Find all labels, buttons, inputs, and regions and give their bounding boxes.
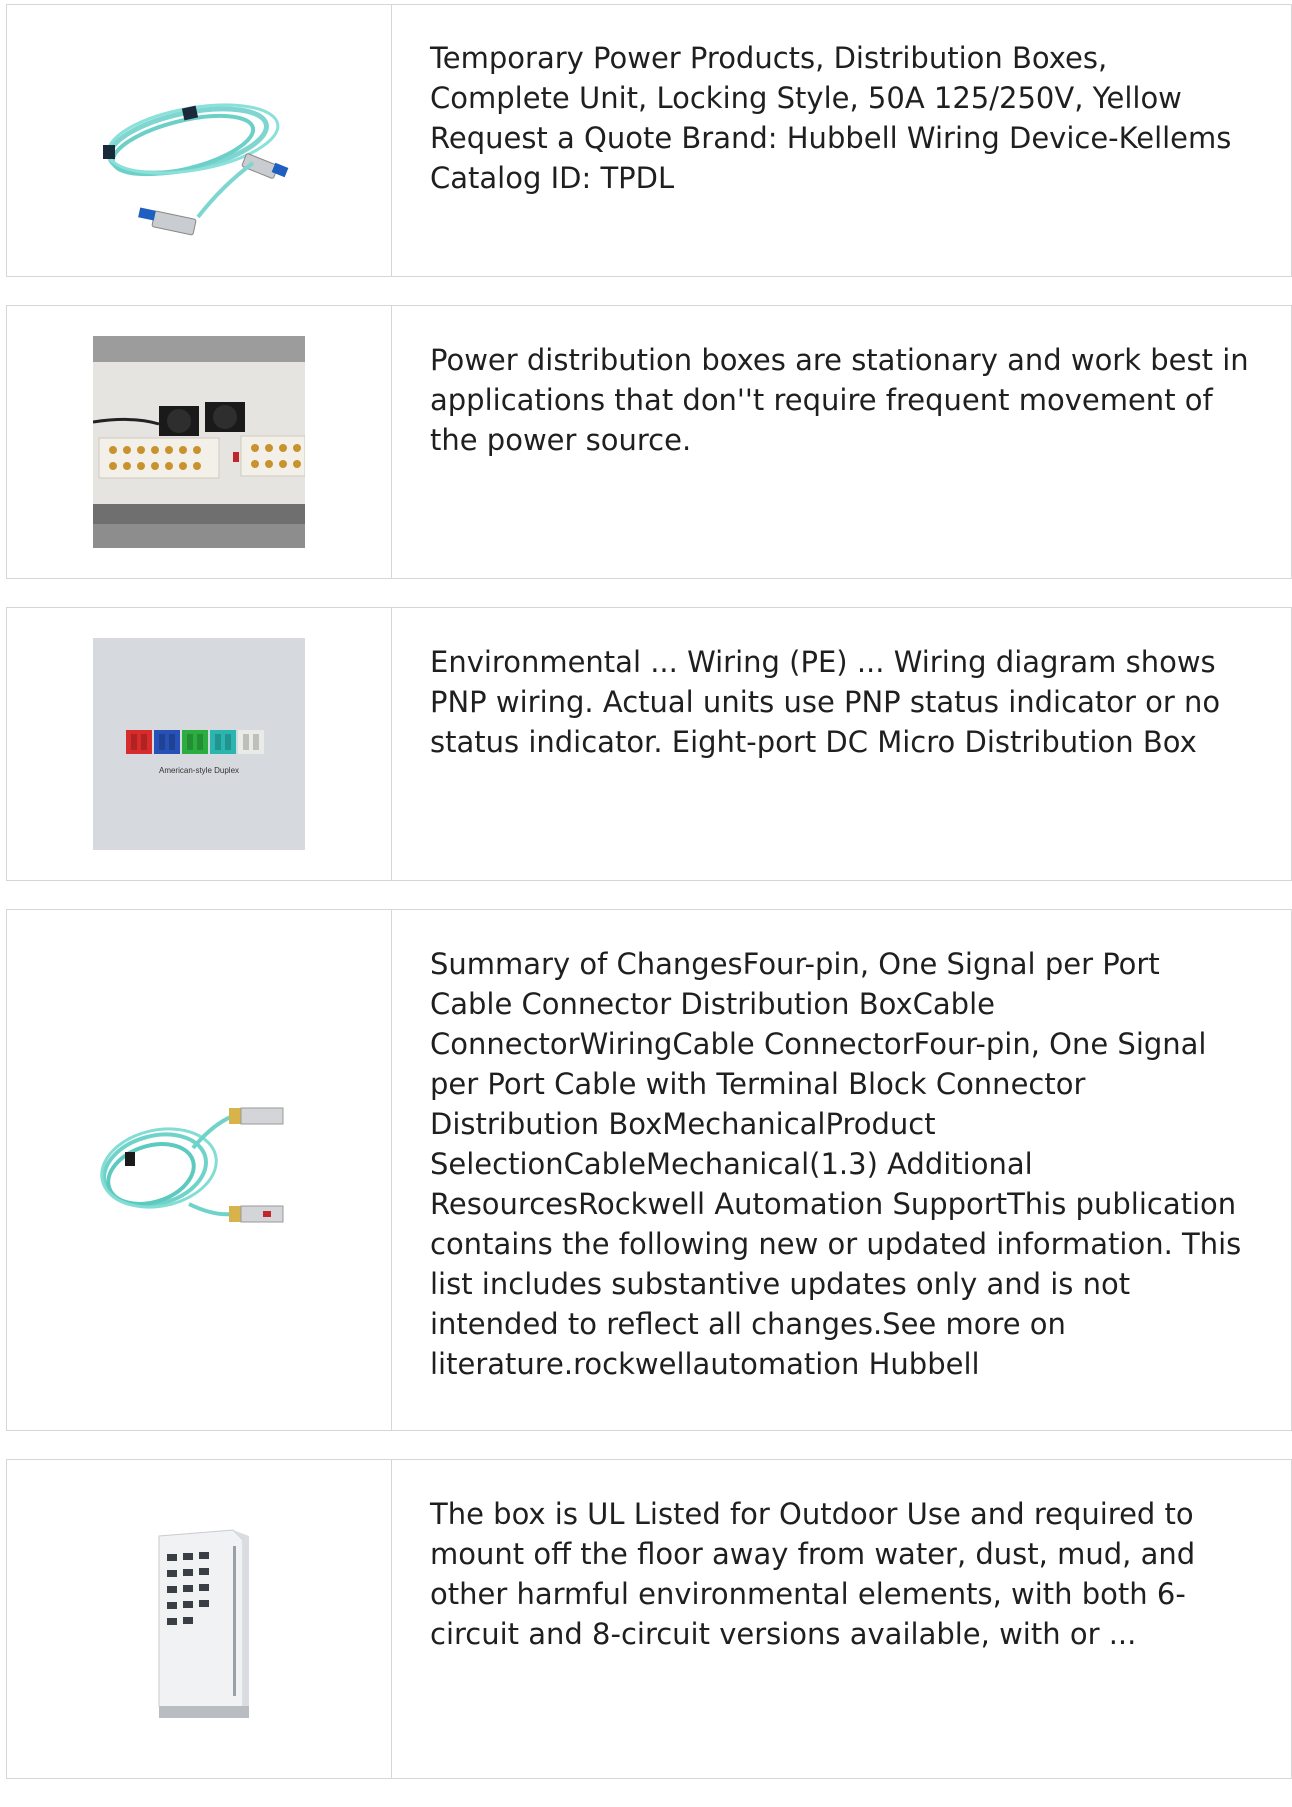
description-cell: Environmental ... Wiring (PE) ... Wiring…: [392, 608, 1291, 880]
aoc-cable-image[interactable]: [93, 1064, 305, 1276]
duplex-adapters-image[interactable]: American-style Duplex: [93, 638, 305, 850]
thumbnail-cell: [7, 5, 392, 276]
list-item: The box is UL Listed for Outdoor Use and…: [6, 1459, 1292, 1779]
fiber-optic-cable-image[interactable]: [93, 34, 305, 247]
image-caption: American-style Duplex: [158, 766, 240, 775]
thumbnail-cell: American-style Duplex: [7, 608, 392, 880]
distribution-box-interior-image[interactable]: [93, 336, 305, 548]
list-item: Summary of ChangesFour-pin, One Signal p…: [6, 909, 1292, 1431]
result-description: Temporary Power Products, Distribution B…: [430, 41, 1232, 195]
result-description: Summary of ChangesFour-pin, One Signal p…: [430, 947, 1242, 1381]
description-cell: Power distribution boxes are stationary …: [392, 306, 1291, 578]
thumbnail-cell: [7, 910, 392, 1430]
result-description: Environmental ... Wiring (PE) ... Wiring…: [430, 645, 1221, 759]
description-cell: Summary of ChangesFour-pin, One Signal p…: [392, 910, 1291, 1430]
description-cell: Temporary Power Products, Distribution B…: [392, 5, 1291, 276]
results-list: Temporary Power Products, Distribution B…: [6, 4, 1292, 1807]
result-description: Power distribution boxes are stationary …: [430, 343, 1249, 457]
list-item: Temporary Power Products, Distribution B…: [6, 4, 1292, 277]
list-item: Power distribution boxes are stationary …: [6, 305, 1292, 579]
outdoor-cabinet-image[interactable]: [93, 1506, 305, 1718]
description-cell: The box is UL Listed for Outdoor Use and…: [392, 1460, 1291, 1778]
thumbnail-cell: [7, 1460, 392, 1778]
result-description: The box is UL Listed for Outdoor Use and…: [430, 1497, 1196, 1651]
thumbnail-cell: [7, 306, 392, 578]
list-item: American-style Duplex Environmental ... …: [6, 607, 1292, 881]
